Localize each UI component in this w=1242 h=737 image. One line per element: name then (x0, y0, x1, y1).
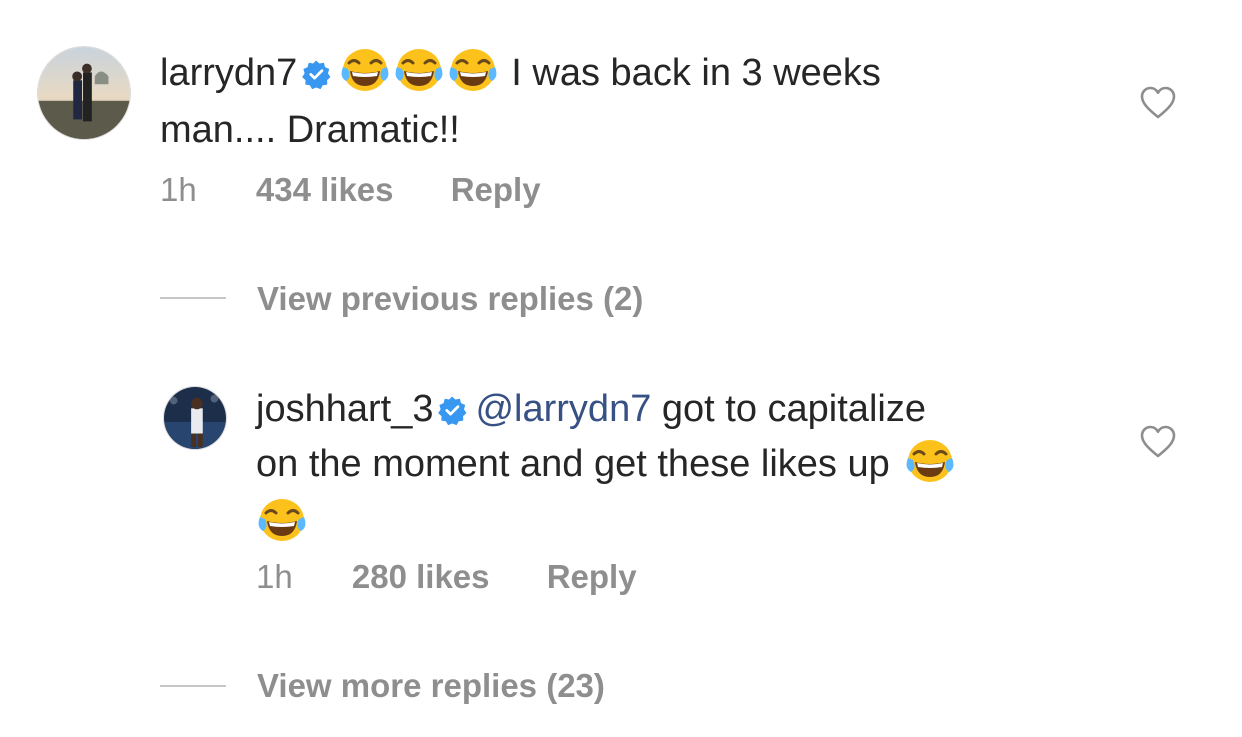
view-previous-replies-link[interactable]: View previous replies (2) (257, 279, 643, 319)
verified-badge-icon (301, 53, 331, 102)
reply-button[interactable]: Reply (451, 170, 541, 210)
comment-text-line1: got to capitalize (661, 388, 926, 430)
thread-divider (160, 297, 226, 299)
comment-meta: 1h 280 likes Reply (256, 557, 637, 597)
comment-body: larrydn7 I was back in 3 weeks man.... Dr… (160, 47, 1080, 155)
face-with-tears-of-joy-icon (447, 47, 499, 106)
likes-count[interactable]: 280 likes (352, 557, 490, 597)
thread-divider (160, 685, 226, 687)
reply-button[interactable]: Reply (547, 557, 637, 597)
mention-link[interactable]: @larrydn7 (475, 388, 651, 430)
avatar-photo-player (164, 387, 226, 449)
comment-text-line1: I was back in 3 weeks (511, 52, 881, 94)
avatar-larrydn7[interactable] (37, 46, 131, 140)
username[interactable]: larrydn7 (160, 52, 297, 94)
view-more-replies-link[interactable]: View more replies (23) (257, 666, 605, 706)
comment-text-line2: man.... Dramatic!! (160, 109, 460, 151)
likes-count[interactable]: 434 likes (256, 170, 394, 210)
username[interactable]: joshhart_3 (256, 388, 433, 430)
avatar-joshhart_3[interactable] (163, 386, 227, 450)
comment-body: joshhart_3 @larrydn7 got to capitalize on… (256, 385, 1086, 556)
like-heart-icon[interactable] (1140, 86, 1176, 120)
avatar-photo-couple (38, 47, 130, 139)
face-with-tears-of-joy-icon (339, 47, 391, 106)
verified-badge-icon (437, 389, 467, 438)
like-heart-icon[interactable] (1140, 425, 1176, 459)
comment-time[interactable]: 1h (256, 557, 293, 597)
comment-time[interactable]: 1h (160, 170, 197, 210)
face-with-tears-of-joy-icon (904, 438, 956, 497)
face-with-tears-of-joy-icon (256, 497, 308, 556)
comment-meta: 1h 434 likes Reply (160, 170, 541, 210)
comment-text-line2: on the moment and get these likes up (256, 443, 890, 485)
face-with-tears-of-joy-icon (393, 47, 445, 106)
